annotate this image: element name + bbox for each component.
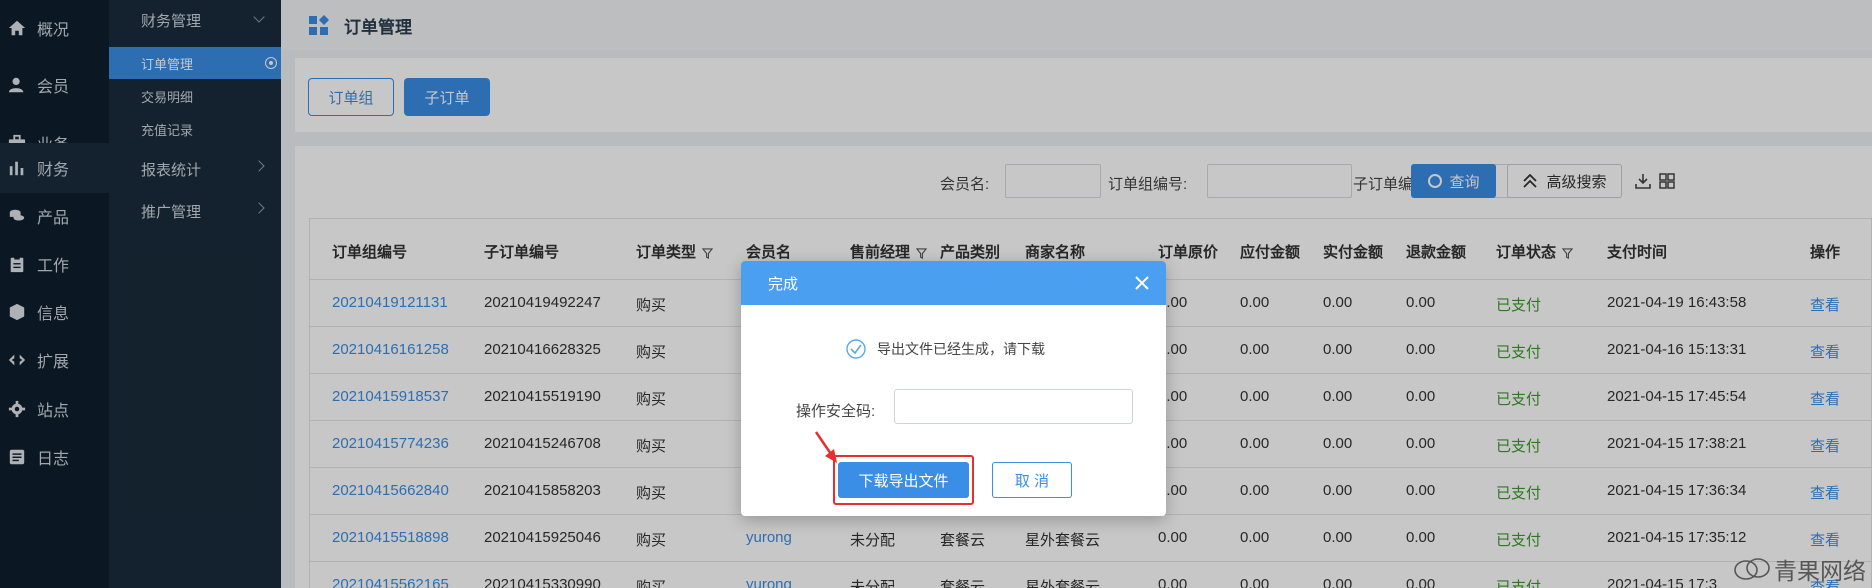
dialog-message-text: 导出文件已经生成，请下载: [877, 341, 1045, 357]
cancel-button[interactable]: 取 消: [992, 462, 1072, 498]
dialog-header: 完成: [741, 261, 1166, 305]
dialog-message: 导出文件已经生成，请下载: [845, 338, 1045, 360]
success-check-icon: [846, 339, 866, 359]
close-icon[interactable]: [1133, 274, 1151, 292]
security-code-label: 操作安全码:: [796, 403, 876, 420]
annotation-arrow-icon: [814, 431, 837, 463]
dialog-title: 完成: [768, 275, 799, 293]
download-export-button[interactable]: 下载导出文件: [838, 462, 969, 498]
brand-logo-icon: [1734, 558, 1770, 580]
watermark: 青果网络: [1732, 552, 1866, 586]
watermark-text: 青果网络: [1774, 558, 1866, 584]
security-code-input[interactable]: [894, 389, 1133, 424]
export-complete-dialog: 完成 导出文件已经生成，请下载 操作安全码: 下载导出文件 取 消: [741, 261, 1166, 516]
